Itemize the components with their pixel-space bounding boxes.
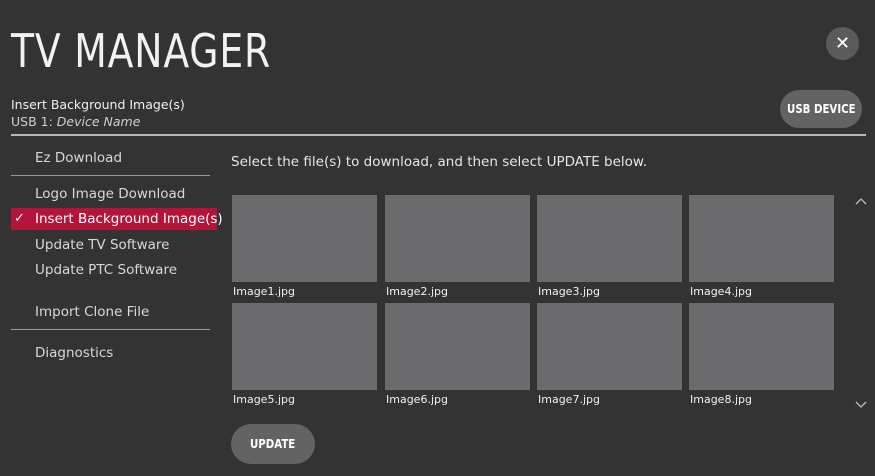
update-button-label: UPDATE [250,437,296,451]
image-thumbnail[interactable] [232,195,377,282]
image-filename: Image5.jpg [233,393,295,406]
sidebar-item-update-ptc-software[interactable]: Update PTC Software [11,259,217,281]
image-thumbnail[interactable] [385,195,530,282]
sidebar-item-import-clone-file[interactable]: Import Clone File [11,301,217,323]
close-button[interactable]: ✕ [826,27,859,60]
sidebar-item-logo-image-download[interactable]: Logo Image Download [11,183,217,205]
device-info: USB 1: Device Name [11,114,140,129]
header-divider [11,134,866,136]
update-button[interactable]: UPDATE [231,424,315,464]
sidebar-divider [11,175,210,176]
image-thumbnail[interactable] [385,303,530,390]
sidebar-item-label: Update PTC Software [35,262,178,278]
page-subtitle: Insert Background Image(s) [11,97,185,112]
sidebar-item-label: Update TV Software [35,237,170,253]
sidebar-item-diagnostics[interactable]: Diagnostics [11,342,217,364]
usb-device-button[interactable]: USB DEVICE [780,90,862,128]
image-thumbnail[interactable] [537,195,682,282]
sidebar-item-label: Ez Download [35,150,123,166]
image-thumbnail[interactable] [232,303,377,390]
image-thumbnail[interactable] [537,303,682,390]
sidebar-item-ez-download[interactable]: Ez Download [11,147,217,169]
image-filename: Image2.jpg [386,285,448,298]
instruction-text: Select the file(s) to download, and then… [231,154,648,170]
tv-manager-screen: TV MANAGER ✕ Insert Background Image(s) … [0,0,875,476]
sidebar-item-update-tv-software[interactable]: Update TV Software [11,234,217,256]
scroll-down-icon[interactable] [853,398,869,412]
sidebar-item-insert-background-images[interactable]: ✓ Insert Background Image(s) [11,208,223,230]
close-icon: ✕ [834,33,851,54]
sidebar-divider [11,329,210,330]
app-title: TV MANAGER [11,24,272,78]
image-filename: Image4.jpg [690,285,752,298]
checkmark-icon: ✓ [14,211,25,226]
image-thumbnail[interactable] [689,195,834,282]
scroll-up-icon[interactable] [853,194,869,208]
device-prefix: USB 1: [11,114,53,129]
image-filename: Image3.jpg [538,285,600,298]
sidebar-item-label: Import Clone File [35,304,150,320]
image-filename: Image1.jpg [233,285,295,298]
device-name: Device Name [56,114,141,129]
image-filename: Image6.jpg [386,393,448,406]
image-filename: Image7.jpg [538,393,600,406]
sidebar-item-label: Diagnostics [35,345,114,361]
usb-device-button-label: USB DEVICE [786,102,856,116]
image-filename: Image8.jpg [690,393,752,406]
image-thumbnail[interactable] [689,303,834,390]
sidebar-item-label: Logo Image Download [35,186,186,202]
sidebar-item-label: Insert Background Image(s) [35,211,223,227]
